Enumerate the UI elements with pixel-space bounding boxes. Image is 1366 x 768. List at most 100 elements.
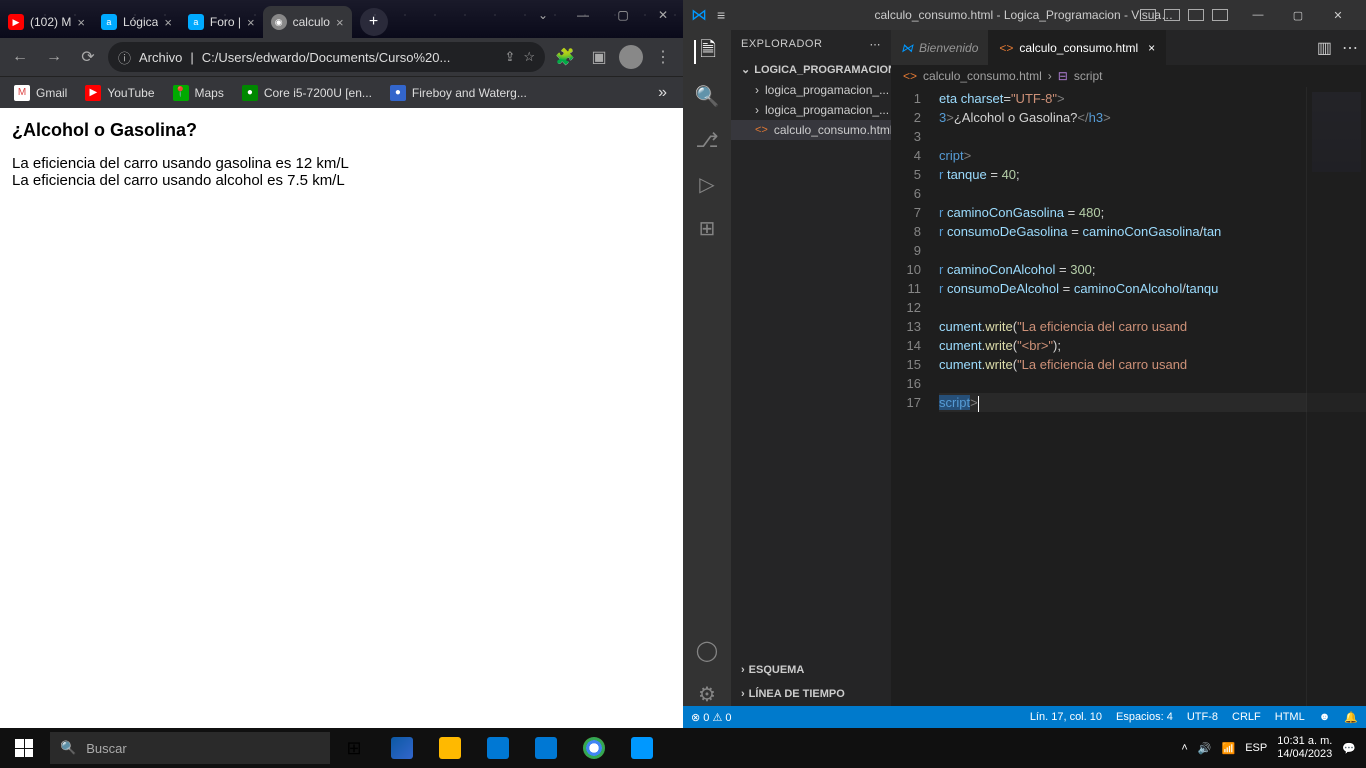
chevron-right-icon: › (755, 103, 759, 117)
bell-icon[interactable]: 🔔 (1344, 711, 1358, 724)
close-icon[interactable]: × (77, 15, 85, 30)
file-item-1[interactable]: ›logica_progamacion_... (731, 100, 891, 120)
panel-icon[interactable]: ▣ (585, 43, 613, 71)
address-scheme: Archivo (139, 50, 182, 65)
vscode-body: 🗎 🔍 ⎇ ▷ ⊞ ◯ ⚙ EXPLORADOR ⋯ ⌄LOGICA_PROGR… (683, 30, 1366, 706)
share-icon[interactable]: ⇪ (504, 49, 515, 65)
more-icon[interactable]: ⋯ (1342, 38, 1358, 58)
mail-icon[interactable] (522, 728, 570, 768)
search-icon: 🔍 (60, 740, 76, 756)
browser-tab-1[interactable]: aLógica× (93, 6, 180, 38)
file-item-0[interactable]: ›logica_progamacion_... (731, 80, 891, 100)
minimap[interactable] (1306, 87, 1366, 706)
star-icon[interactable]: ☆ (523, 49, 535, 65)
browser-tab-2[interactable]: aForo |× (180, 6, 263, 38)
volume-icon[interactable]: 🔊 (1198, 742, 1212, 755)
close-icon[interactable]: × (336, 15, 344, 30)
bookmarks-overflow[interactable]: » (648, 84, 677, 102)
tray-clock[interactable]: 10:31 a. m. 14/04/2023 (1277, 735, 1332, 761)
search-icon[interactable]: 🔍 (695, 84, 719, 108)
wifi-icon[interactable]: 📶 (1222, 742, 1236, 755)
source-control-icon[interactable]: ⎇ (695, 128, 719, 152)
split-icon[interactable]: ▥ (1317, 38, 1332, 58)
vscode-title: calculo_consumo.html - Logica_Programaci… (875, 8, 1175, 22)
profile-avatar[interactable] (619, 45, 643, 69)
vscode-titlebar: ⋈ ≡ calculo_consumo.html - Logica_Progra… (683, 0, 1366, 30)
close-icon[interactable]: ✕ (1318, 0, 1358, 30)
close-icon[interactable]: × (247, 15, 255, 30)
extensions-icon[interactable]: ⊞ (695, 216, 719, 240)
feedback-icon[interactable]: ☻ (1319, 711, 1331, 724)
maximize-icon[interactable]: ▢ (1278, 0, 1318, 30)
game-icon: ● (390, 85, 406, 101)
bookmark-fireboy[interactable]: ●Fireboy and Waterg... (382, 81, 535, 105)
minimize-icon[interactable]: — (1238, 0, 1278, 30)
back-button[interactable]: ← (6, 43, 34, 71)
chrome-browser: ▶(102) M× aLógica× aForo |× ◉calculo× + … (0, 0, 683, 728)
close-icon[interactable]: ✕ (643, 0, 683, 30)
edge-icon[interactable] (378, 728, 426, 768)
status-eol[interactable]: CRLF (1232, 711, 1261, 724)
more-icon[interactable]: ⋯ (870, 38, 882, 51)
maximize-icon[interactable]: ▢ (603, 0, 643, 30)
browser-tab-0[interactable]: ▶(102) M× (0, 6, 93, 38)
code-content[interactable]: eta charset="UTF-8">3>¿Alcohol o Gasolin… (931, 87, 1366, 706)
editor-area: ⋈Bienvenido <>calculo_consumo.html× ▥ ⋯ <… (891, 30, 1366, 706)
status-position[interactable]: Lín. 17, col. 10 (1030, 711, 1102, 724)
chrome-icon[interactable] (570, 728, 618, 768)
line-gutter: 1234567891011121314151617 (891, 87, 931, 706)
timeline-section[interactable]: ›LÍNEA DE TIEMPO (731, 682, 891, 706)
bookmark-gmail[interactable]: MGmail (6, 81, 75, 105)
status-errors[interactable]: ⊗ 0 ⚠ 0 (691, 711, 731, 724)
editor-tab-file[interactable]: <>calculo_consumo.html× (989, 30, 1166, 65)
minimize-icon[interactable]: — (563, 0, 603, 30)
bookmark-maps[interactable]: 📍Maps (165, 81, 232, 105)
account-icon[interactable]: ◯ (695, 638, 719, 662)
extensions-icon[interactable]: 🧩 (551, 43, 579, 71)
status-language[interactable]: HTML (1275, 711, 1305, 724)
new-tab-button[interactable]: + (360, 8, 388, 36)
maps-icon: 📍 (173, 85, 189, 101)
windows-taskbar: 🔍Buscar ⊞ ˄ 🔊 📶 ESP 10:31 a. m. 14/04/20… (0, 728, 1366, 768)
html-file-icon: <> (903, 69, 917, 83)
close-icon[interactable]: × (1148, 41, 1155, 55)
browser-tab-3[interactable]: ◉calculo× (263, 6, 352, 38)
breadcrumb[interactable]: <> calculo_consumo.html › ⊟ script (891, 65, 1366, 87)
chrome-window-controls: ⌄ — ▢ ✕ (523, 0, 683, 30)
vscode-logo-icon: ⋈ (691, 5, 707, 25)
explorer-icon[interactable]: 🗎 (694, 40, 718, 64)
sidebar-header: EXPLORADOR ⋯ (731, 30, 891, 59)
vscode-window: ⋈ ≡ calculo_consumo.html - Logica_Progra… (683, 0, 1366, 728)
task-view-icon[interactable]: ⊞ (330, 728, 378, 768)
close-icon[interactable]: × (164, 15, 172, 30)
taskbar-apps: ⊞ (330, 728, 666, 768)
debug-icon[interactable]: ▷ (695, 172, 719, 196)
notifications-icon[interactable]: 💬 (1342, 742, 1356, 755)
globe-icon: ◉ (271, 14, 287, 30)
project-section[interactable]: ⌄LOGICA_PROGRAMACION (731, 59, 891, 80)
editor-tab-welcome[interactable]: ⋈Bienvenido (891, 30, 989, 65)
file-explorer-icon[interactable] (426, 728, 474, 768)
chevron-down-icon[interactable]: ⌄ (523, 0, 563, 30)
taskbar-search[interactable]: 🔍Buscar (50, 732, 330, 764)
bookmark-youtube[interactable]: ▶YouTube (77, 81, 162, 105)
tray-chevron-icon[interactable]: ˄ (1181, 742, 1187, 754)
language-icon[interactable]: ESP (1245, 742, 1267, 754)
bookmark-core[interactable]: ●Core i5-7200U [en... (234, 81, 380, 105)
store-icon[interactable] (474, 728, 522, 768)
file-item-2[interactable]: <>calculo_consumo.html (731, 120, 891, 140)
menu-icon[interactable]: ≡ (717, 7, 725, 23)
reload-button[interactable]: ⟳ (74, 43, 102, 71)
start-button[interactable] (0, 728, 48, 768)
code-editor[interactable]: 1234567891011121314151617 eta charset="U… (891, 87, 1366, 706)
chevron-down-icon: ⌄ (741, 63, 750, 76)
status-encoding[interactable]: UTF-8 (1187, 711, 1218, 724)
status-spaces[interactable]: Espacios: 4 (1116, 711, 1173, 724)
menu-icon[interactable]: ⋮ (649, 43, 677, 71)
settings-icon[interactable]: ⚙ (695, 682, 719, 706)
address-bar[interactable]: ⓘ Archivo | C:/Users/edwardo/Documents/C… (108, 42, 545, 72)
symbol-icon: ⊟ (1058, 69, 1068, 83)
vscode-icon[interactable] (618, 728, 666, 768)
outline-section[interactable]: ›ESQUEMA (731, 658, 891, 682)
forward-button[interactable]: → (40, 43, 68, 71)
